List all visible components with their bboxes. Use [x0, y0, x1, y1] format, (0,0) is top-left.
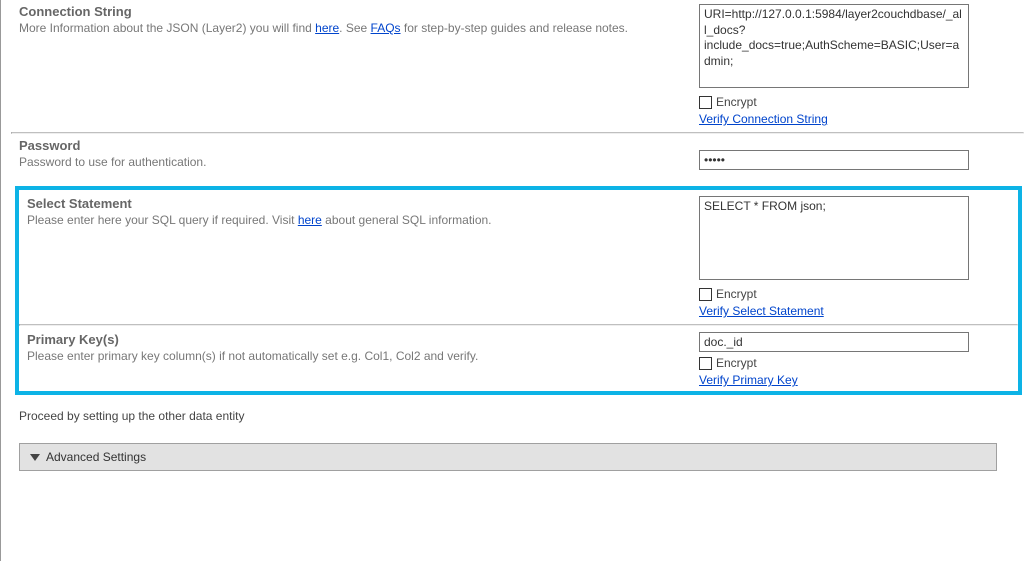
encrypt-row: Encrypt: [699, 287, 994, 301]
encrypt-checkbox[interactable]: [699, 357, 712, 370]
connection-string-heading: Connection String: [19, 4, 679, 19]
primary-key-input[interactable]: [699, 332, 969, 352]
verify-primary-key-link[interactable]: Verify Primary Key: [699, 373, 994, 387]
here-link[interactable]: here: [298, 213, 322, 227]
desc-text: Please enter here your SQL query if requ…: [27, 213, 298, 227]
chevron-down-icon: [30, 454, 40, 461]
select-statement-heading: Select Statement: [27, 196, 679, 211]
select-statement-desc: Please enter here your SQL query if requ…: [27, 212, 679, 228]
password-input[interactable]: [699, 150, 969, 170]
primary-key-desc: Please enter primary key column(s) if no…: [27, 348, 679, 364]
faqs-link[interactable]: FAQs: [371, 21, 401, 35]
primary-key-row: Primary Key(s) Please enter primary key …: [19, 326, 1018, 391]
select-statement-row: Select Statement Please enter here your …: [19, 190, 1018, 324]
desc-text: More Information about the JSON (Layer2)…: [19, 21, 315, 35]
verify-connection-link[interactable]: Verify Connection String: [699, 112, 1000, 126]
connection-string-desc: More Information about the JSON (Layer2)…: [19, 20, 679, 36]
encrypt-label: Encrypt: [716, 95, 757, 109]
primary-key-heading: Primary Key(s): [27, 332, 679, 347]
proceed-text: Proceed by setting up the other data ent…: [11, 399, 1024, 443]
encrypt-row: Encrypt: [699, 95, 1000, 109]
encrypt-checkbox[interactable]: [699, 288, 712, 301]
select-statement-input[interactable]: SELECT * FROM json;: [699, 196, 969, 280]
settings-panel: Connection String More Information about…: [0, 0, 1024, 561]
desc-text: . See: [339, 21, 370, 35]
verify-select-link[interactable]: Verify Select Statement: [699, 304, 994, 318]
connection-string-row: Connection String More Information about…: [11, 0, 1024, 132]
connection-string-input[interactable]: URI=http://127.0.0.1:5984/layer2couchdba…: [699, 4, 969, 88]
here-link[interactable]: here: [315, 21, 339, 35]
desc-text: for step-by-step guides and release note…: [401, 21, 628, 35]
desc-text: about general SQL information.: [322, 213, 492, 227]
password-desc: Password to use for authentication.: [19, 154, 679, 170]
advanced-settings-accordion[interactable]: Advanced Settings: [19, 443, 997, 471]
password-row: Password Password to use for authenticat…: [11, 134, 1024, 182]
encrypt-checkbox[interactable]: [699, 96, 712, 109]
advanced-settings-label: Advanced Settings: [46, 450, 146, 464]
highlight-box: Select Statement Please enter here your …: [15, 186, 1022, 395]
password-heading: Password: [19, 138, 679, 153]
encrypt-row: Encrypt: [699, 356, 994, 370]
encrypt-label: Encrypt: [716, 287, 757, 301]
encrypt-label: Encrypt: [716, 356, 757, 370]
